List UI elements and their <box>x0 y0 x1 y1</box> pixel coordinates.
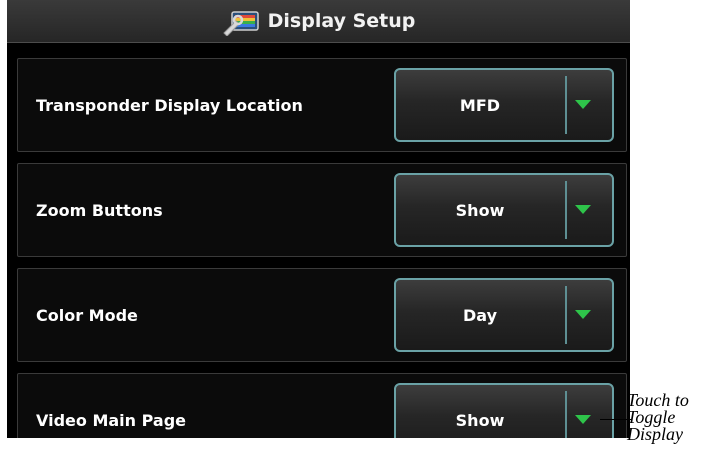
button-divider <box>565 286 567 344</box>
setting-label: Zoom Buttons <box>36 200 163 220</box>
callout-annotation: Touch to Toggle Display <box>627 390 689 444</box>
page-title: Display Setup <box>267 10 416 32</box>
setting-label: Color Mode <box>36 305 138 325</box>
button-divider <box>565 76 567 134</box>
setting-value: Show <box>455 410 505 430</box>
setting-row-video-main-page: Video Main Page Show <box>17 373 627 438</box>
setting-row-color-mode: Color Mode Day <box>17 268 627 362</box>
setting-value: Show <box>455 200 505 220</box>
dropdown-arrow-icon <box>575 205 591 214</box>
title-bar: Display Setup <box>7 0 630 43</box>
setting-row-zoom-buttons: Zoom Buttons Show <box>17 163 627 257</box>
display-setup-screen: Display Setup Transponder Display Locati… <box>7 0 630 438</box>
video-main-page-button[interactable]: Show <box>394 383 614 438</box>
button-divider <box>565 391 567 438</box>
transponder-display-location-button[interactable]: MFD <box>394 68 614 142</box>
dropdown-arrow-icon <box>575 310 591 319</box>
dropdown-arrow-icon <box>575 100 591 109</box>
setting-value: MFD <box>459 95 501 115</box>
color-mode-button[interactable]: Day <box>394 278 614 352</box>
wrench-screen-icon <box>222 11 259 36</box>
setting-label: Video Main Page <box>36 410 187 430</box>
button-divider <box>565 181 567 239</box>
setting-label: Transponder Display Location <box>36 95 303 115</box>
setting-row-transponder-display-location: Transponder Display Location MFD <box>17 58 627 152</box>
dropdown-arrow-icon <box>575 415 591 424</box>
zoom-buttons-button[interactable]: Show <box>394 173 614 247</box>
setting-value: Day <box>462 305 497 325</box>
